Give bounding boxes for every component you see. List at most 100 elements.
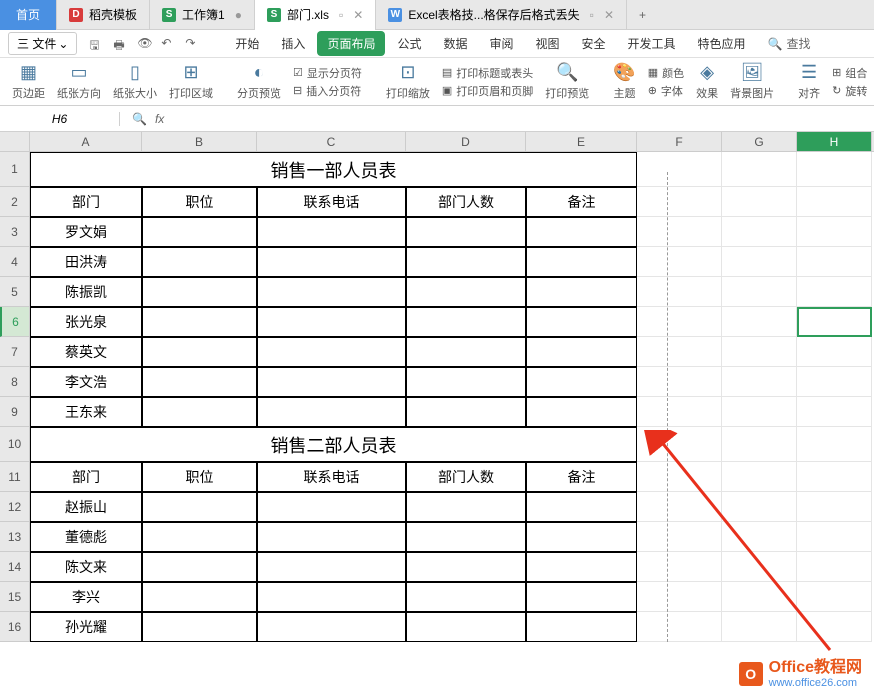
cell-D7[interactable] (406, 337, 526, 367)
cell-A16[interactable]: 孙光耀 (30, 612, 142, 642)
background-button[interactable]: 🖼背景图片 (726, 62, 778, 101)
cell-B9[interactable] (142, 397, 257, 427)
cell-F1[interactable] (637, 152, 722, 187)
cell-H3[interactable] (797, 217, 872, 247)
cell-A4[interactable]: 田洪涛 (30, 247, 142, 277)
row-header-4[interactable]: 4 (0, 247, 30, 277)
cell-H5[interactable] (797, 277, 872, 307)
row-header-7[interactable]: 7 (0, 337, 30, 367)
row-header-9[interactable]: 9 (0, 397, 30, 427)
cell-A5[interactable]: 陈振凯 (30, 277, 142, 307)
cell-H6[interactable] (797, 307, 872, 337)
cell-B16[interactable] (142, 612, 257, 642)
cell-H7[interactable] (797, 337, 872, 367)
cell-A2[interactable]: 部门 (30, 187, 142, 217)
close-icon[interactable]: ✕ (353, 8, 363, 22)
theme-button[interactable]: 🎨主题 (609, 62, 639, 101)
cell-B6[interactable] (142, 307, 257, 337)
cell-H14[interactable] (797, 552, 872, 582)
cell-G6[interactable] (722, 307, 797, 337)
print-preview-button[interactable]: 🔍打印预览 (541, 62, 593, 101)
cell-F11[interactable] (637, 462, 722, 492)
cell-A1[interactable]: 销售一部人员表 (30, 152, 637, 187)
cell-C16[interactable] (257, 612, 406, 642)
cell-E2[interactable]: 备注 (526, 187, 637, 217)
cell-E4[interactable] (526, 247, 637, 277)
cell-D16[interactable] (406, 612, 526, 642)
tab-options-icon[interactable]: ▫ (590, 8, 594, 22)
cell-A14[interactable]: 陈文来 (30, 552, 142, 582)
cell-H9[interactable] (797, 397, 872, 427)
cell-D4[interactable] (406, 247, 526, 277)
insert-page-break-button[interactable]: ⊟插入分页符 (289, 83, 366, 99)
tab-page-layout[interactable]: 页面布局 (317, 31, 385, 56)
cell-G9[interactable] (722, 397, 797, 427)
cell-G16[interactable] (722, 612, 797, 642)
cell-B12[interactable] (142, 492, 257, 522)
cell-F3[interactable] (637, 217, 722, 247)
close-icon[interactable]: ✕ (604, 8, 614, 22)
row-header-5[interactable]: 5 (0, 277, 30, 307)
cell-G13[interactable] (722, 522, 797, 552)
col-header-H[interactable]: H (797, 132, 872, 151)
cell-E3[interactable] (526, 217, 637, 247)
cell-F7[interactable] (637, 337, 722, 367)
cell-A10[interactable]: 销售二部人员表 (30, 427, 637, 462)
cell-G2[interactable] (722, 187, 797, 217)
tab-options-icon[interactable]: ▫ (339, 8, 343, 22)
col-header-F[interactable]: F (637, 132, 722, 151)
save-icon[interactable]: 🖫 (89, 36, 105, 52)
cell-D6[interactable] (406, 307, 526, 337)
cell-D3[interactable] (406, 217, 526, 247)
row-header-14[interactable]: 14 (0, 552, 30, 582)
size-button[interactable]: ▯纸张大小 (109, 62, 161, 101)
cell-E8[interactable] (526, 367, 637, 397)
cell-A13[interactable]: 董德彪 (30, 522, 142, 552)
row-header-6[interactable]: 6 (0, 307, 30, 337)
cell-C11[interactable]: 联系电话 (257, 462, 406, 492)
cell-G14[interactable] (722, 552, 797, 582)
group-button[interactable]: ⊞组合 (828, 65, 871, 81)
cell-C6[interactable] (257, 307, 406, 337)
fx-label[interactable]: fx (155, 112, 164, 126)
print-area-button[interactable]: ⊞打印区域 (165, 62, 217, 101)
row-header-8[interactable]: 8 (0, 367, 30, 397)
cell-C5[interactable] (257, 277, 406, 307)
row-header-3[interactable]: 3 (0, 217, 30, 247)
cell-F6[interactable] (637, 307, 722, 337)
fx-search-icon[interactable]: 🔍 (132, 112, 147, 126)
cell-A15[interactable]: 李兴 (30, 582, 142, 612)
cell-F12[interactable] (637, 492, 722, 522)
cell-F10[interactable] (637, 427, 722, 462)
row-header-12[interactable]: 12 (0, 492, 30, 522)
cell-D13[interactable] (406, 522, 526, 552)
cell-H16[interactable] (797, 612, 872, 642)
cell-G8[interactable] (722, 367, 797, 397)
col-header-C[interactable]: C (257, 132, 406, 151)
tab-home[interactable]: 首页 (0, 0, 57, 30)
cell-D9[interactable] (406, 397, 526, 427)
tab-review[interactable]: 审阅 (479, 31, 523, 56)
cell-reference-box[interactable]: H6 (0, 112, 120, 126)
cell-H4[interactable] (797, 247, 872, 277)
cell-B3[interactable] (142, 217, 257, 247)
cell-H1[interactable] (797, 152, 872, 187)
tab-workbook1[interactable]: S 工作簿1 ● (150, 0, 255, 30)
row-header-1[interactable]: 1 (0, 152, 30, 187)
cell-E6[interactable] (526, 307, 637, 337)
print-titles-button[interactable]: ▤打印标题或表头 (438, 65, 537, 81)
cells-grid[interactable]: 销售一部人员表 部门 职位 联系电话 部门人数 备注 罗文娟 田洪涛 陈振凯 张… (30, 152, 874, 642)
cell-B5[interactable] (142, 277, 257, 307)
row-header-16[interactable]: 16 (0, 612, 30, 642)
cell-H13[interactable] (797, 522, 872, 552)
tab-insert[interactable]: 插入 (271, 31, 315, 56)
cell-F2[interactable] (637, 187, 722, 217)
header-footer-button[interactable]: ▣打印页眉和页脚 (438, 83, 537, 99)
col-header-D[interactable]: D (406, 132, 526, 151)
cell-C14[interactable] (257, 552, 406, 582)
cell-D15[interactable] (406, 582, 526, 612)
tab-view[interactable]: 视图 (526, 31, 570, 56)
print-scale-button[interactable]: ⊡打印缩放 (382, 62, 434, 101)
cell-C3[interactable] (257, 217, 406, 247)
row-header-2[interactable]: 2 (0, 187, 30, 217)
